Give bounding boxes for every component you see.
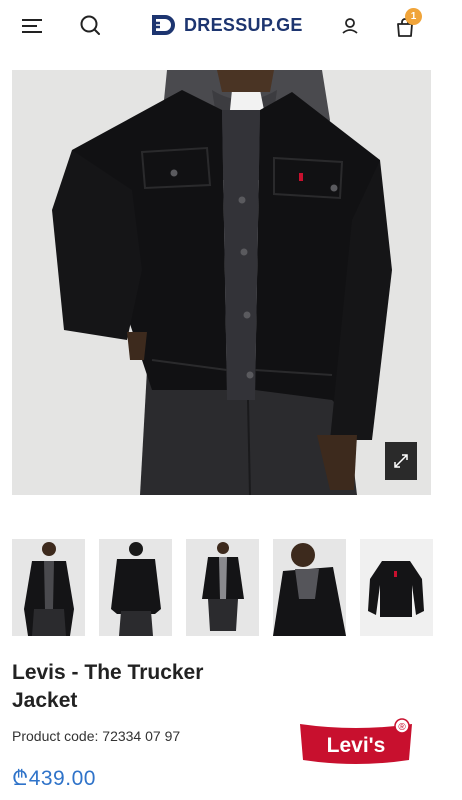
registered-mark: ® [398,722,406,733]
thumbnail-3[interactable] [186,539,259,636]
product-code-value: 72334 07 97 [102,728,181,744]
product-main-image[interactable] [12,70,431,495]
thumbnail-5[interactable] [360,539,433,636]
product-code-label: Product code: [12,728,99,744]
site-logo[interactable]: DRESSUP.GE [152,12,303,38]
menu-button[interactable] [18,12,46,40]
product-price: ₾439.00 [12,767,96,790]
cart-button[interactable]: 1 [388,8,422,42]
dressup-logo-icon [152,15,175,35]
user-icon [342,18,358,34]
account-button[interactable] [336,12,364,40]
product-code: Product code: 72334 07 97 [12,728,180,744]
cart-count-badge: 1 [405,8,422,25]
levis-batwing-logo: Levi's ® [300,718,412,764]
brand-logo-text: Levi's [327,734,386,757]
search-button[interactable] [76,11,104,39]
expand-icon [394,454,408,468]
thumbnail-closeup-photo [273,539,346,636]
thumbnail-full-photo [186,539,259,636]
thumbnail-1[interactable] [12,539,85,636]
jacket-photo [12,70,431,495]
thumbnail-flatlay-photo [360,539,433,636]
site-header: DRESSUP.GE 1 [0,0,462,52]
logo-text: DRESSUP.GE [184,14,303,35]
zoom-button[interactable] [385,442,417,480]
thumbnail-front-photo [12,539,85,636]
search-icon [80,15,100,35]
menu-icon [22,19,42,33]
thumbnail-gallery [12,539,433,636]
levis-brand-logo[interactable]: Levi's ® [296,716,416,772]
thumbnail-4[interactable] [273,539,346,636]
product-title: Levis - The Trucker Jacket [12,661,204,712]
thumbnail-back-photo [99,539,172,636]
thumbnail-2[interactable] [99,539,172,636]
